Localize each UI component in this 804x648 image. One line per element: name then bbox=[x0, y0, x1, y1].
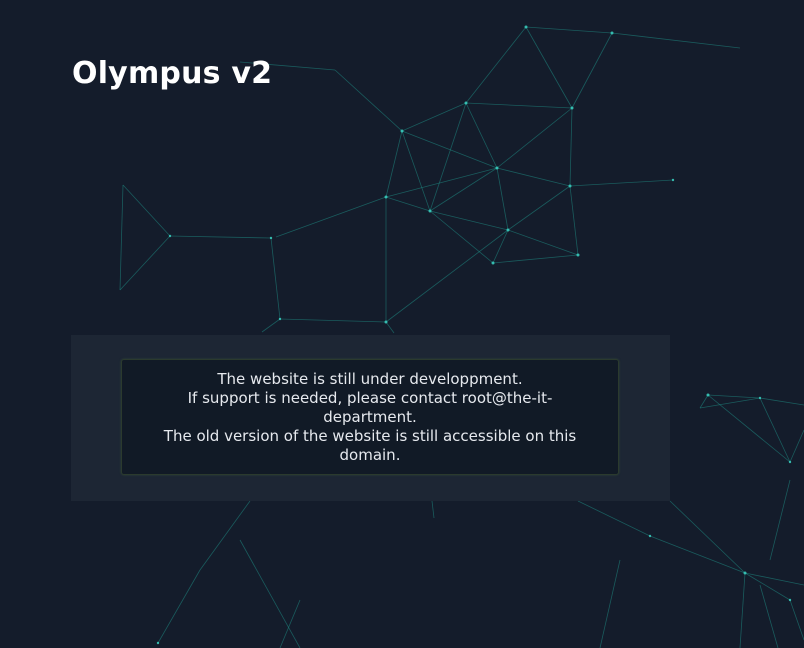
particle-network-background bbox=[119, 25, 804, 648]
notice-panel: The website is still under developpment.… bbox=[71, 335, 670, 501]
notice-line-support-contact: If support is needed, please contact roo… bbox=[187, 388, 553, 426]
notice-line-old-version: The old version of the website is still … bbox=[163, 426, 577, 464]
notice-line-development: The website is still under developpment. bbox=[217, 369, 523, 388]
page: Olympus v2 The website is still under de… bbox=[0, 0, 804, 648]
site-title: Olympus v2 bbox=[72, 56, 273, 91]
notice-message-box: The website is still under developpment.… bbox=[121, 359, 619, 475]
